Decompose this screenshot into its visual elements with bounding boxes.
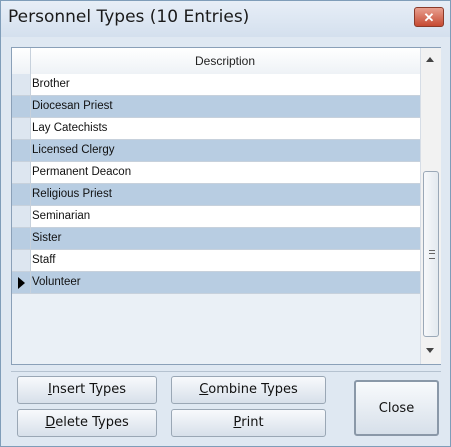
row-indicator[interactable] [12,184,31,205]
row-indicator[interactable] [12,74,31,95]
row-indicator[interactable] [12,140,31,161]
combine-mnemonic: C [199,382,209,397]
row-indicator[interactable] [12,96,31,117]
description-cell[interactable]: Lay Catechists [32,118,107,139]
table-row[interactable]: Seminarian [12,206,420,228]
scroll-down-icon[interactable] [426,348,434,353]
vertical-scrollbar[interactable] [420,48,441,364]
table-row[interactable]: Permanent Deacon [12,162,420,184]
table-row[interactable]: Staff [12,250,420,272]
window-title: Personnel Types (10 Entries) [8,7,250,27]
grid-header: Description [12,48,420,75]
close-button[interactable]: Close [354,380,439,436]
insert-types-button[interactable]: Insert Types [17,376,157,404]
print-button[interactable]: Print [171,409,326,437]
description-cell[interactable]: Sister [32,228,61,249]
grid-empty-area [12,294,420,364]
header-indicator-cell [12,48,31,74]
table-row-current[interactable]: Volunteer [12,272,420,294]
scroll-up-icon[interactable] [426,57,434,62]
scroll-thumb[interactable] [423,171,439,337]
button-separator [11,371,441,372]
table-row[interactable]: Religious Priest [12,184,420,206]
table-row[interactable]: Lay Catechists [12,118,420,140]
insert-label: nsert Types [51,382,127,397]
close-icon[interactable]: ✕ [414,7,444,27]
row-indicator[interactable] [12,228,31,249]
description-cell[interactable]: Licensed Clergy [32,140,114,161]
table-row[interactable]: Sister [12,228,420,250]
personnel-types-grid[interactable]: Description Brother Diocesan Priest Lay … [11,47,441,365]
description-cell[interactable]: Seminarian [32,206,90,227]
row-pointer-icon [18,277,25,289]
description-cell[interactable]: Volunteer [32,272,81,293]
description-cell[interactable]: Brother [32,74,70,95]
table-row[interactable]: Licensed Clergy [12,140,420,162]
row-indicator[interactable] [12,118,31,139]
delete-label: elete Types [55,415,129,430]
grip-icon [429,250,435,259]
table-row[interactable]: Diocesan Priest [12,96,420,118]
description-cell[interactable]: Permanent Deacon [32,162,131,183]
row-indicator[interactable] [12,250,31,271]
delete-types-button[interactable]: Delete Types [17,409,157,437]
row-indicator[interactable] [12,162,31,183]
column-header-description[interactable]: Description [30,48,420,74]
row-indicator[interactable] [12,272,31,293]
title-bar: Personnel Types (10 Entries) ✕ [1,1,450,37]
table-row[interactable]: Brother [12,74,420,96]
print-mnemonic: P [233,415,242,430]
description-cell[interactable]: Religious Priest [32,184,112,205]
description-cell[interactable]: Diocesan Priest [32,96,113,117]
print-label: rint [241,415,264,430]
description-cell[interactable]: Staff [32,250,55,271]
delete-mnemonic: D [45,415,56,430]
combine-types-button[interactable]: Combine Types [171,376,326,404]
row-indicator[interactable] [12,206,31,227]
combine-label: ombine Types [208,382,298,397]
